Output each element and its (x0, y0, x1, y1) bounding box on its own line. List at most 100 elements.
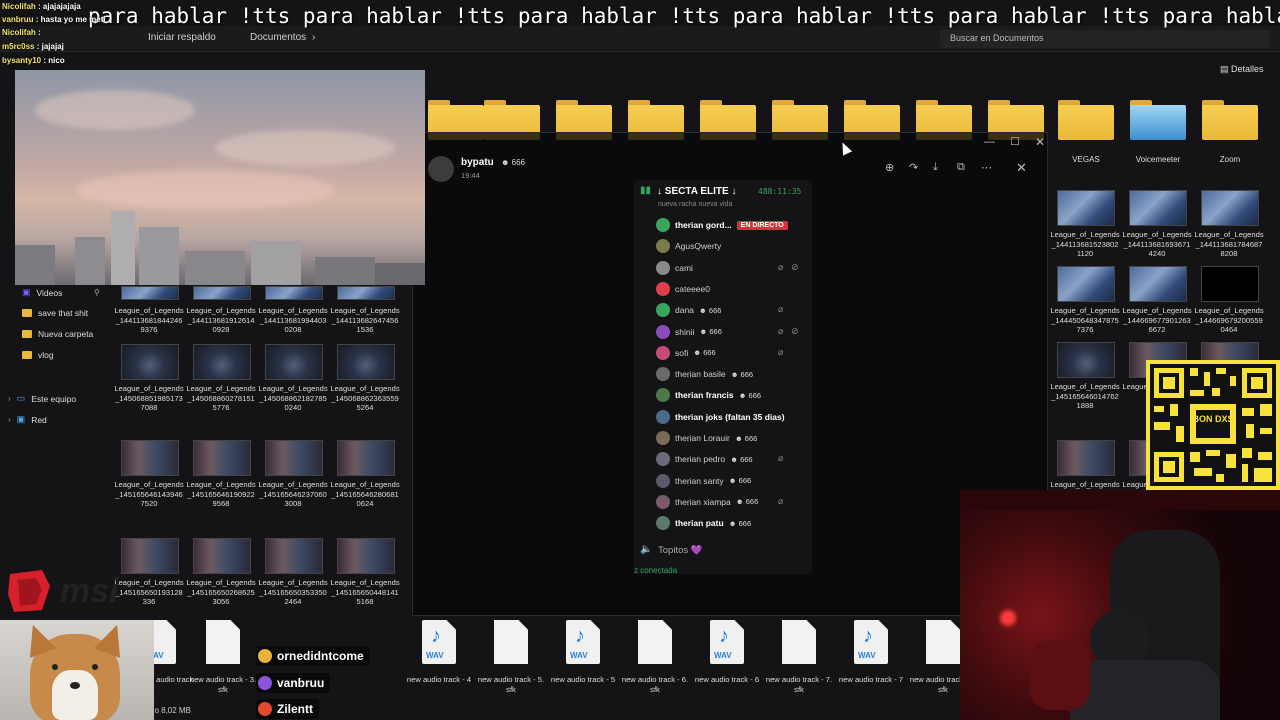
file-thumbnail[interactable] (121, 286, 179, 300)
post-time: 19:44 (461, 171, 480, 180)
voice-member[interactable]: cateeee0 (656, 280, 710, 298)
file-thumbnail[interactable] (193, 286, 251, 300)
file-name: League_of_Legends_1441136817846878208 (1194, 230, 1264, 258)
file-thumbnail[interactable] (121, 344, 179, 380)
member-name: cateeee0 (675, 283, 710, 294)
file-thumbnail[interactable] (1201, 190, 1259, 226)
file-thumbnail[interactable] (265, 286, 323, 300)
voice-member[interactable]: therian francis ☻ 666 (656, 386, 761, 404)
wav-file-icon[interactable]: ♪ WAV (710, 620, 744, 664)
voice-member[interactable]: therian xiampa ☻ 666 (656, 493, 758, 511)
close-viewer-icon[interactable]: ✕ (1016, 160, 1027, 176)
file-name: League_of_Legends_1451656461909229568 (186, 480, 256, 508)
window-close-icon[interactable]: ✕ (1035, 135, 1045, 149)
mic-muted-icon: ⌀ (778, 495, 784, 506)
file-thumbnail[interactable] (337, 286, 395, 300)
wav-file-icon[interactable]: ♪ WAV (854, 620, 888, 664)
file-thumbnail[interactable] (121, 440, 179, 476)
details-button[interactable]: ▤ Detalles (1220, 64, 1264, 75)
sidebar-item[interactable]: vlog (22, 350, 54, 360)
folder-label: VEGAS (1072, 155, 1100, 164)
folder-body (1202, 105, 1258, 140)
search-input[interactable]: Buscar en Documentos (940, 30, 1270, 48)
chat-message: Nicolifah : (2, 28, 41, 37)
folder-icon[interactable] (1058, 100, 1114, 140)
voice-member[interactable]: sofi ☻ 666 (656, 344, 716, 362)
file-name: new audio track - 6.sfk (621, 675, 689, 694)
file-name: League_of_Legends_1451656502686253056 (186, 578, 256, 606)
file-thumbnail[interactable] (1057, 342, 1115, 378)
sfk-file-icon[interactable] (926, 620, 960, 664)
file-thumbnail[interactable] (1129, 266, 1187, 302)
voice-member[interactable]: therian gord... EN DIRECTO (656, 216, 788, 234)
download-icon[interactable]: ⤓ (933, 161, 938, 174)
voice-member[interactable]: cami (656, 259, 693, 277)
wav-file-icon[interactable]: ♪ WAV (566, 620, 600, 664)
member-badge: ☻ 666 (699, 327, 722, 336)
sidebar-item[interactable]: ▣ Videos (22, 287, 62, 298)
file-name: League_of_Legends_1451656504481415168 (330, 578, 400, 606)
avatar (656, 281, 670, 296)
channel-name[interactable]: ↓ SECTA ELITE ↓ (657, 186, 736, 197)
sfk-file-icon[interactable] (782, 620, 816, 664)
voice-member[interactable]: therian basile ☻ 666 (656, 365, 753, 383)
file-thumbnail[interactable] (265, 344, 323, 380)
sidebar-item[interactable]: save that shit (22, 308, 88, 318)
chat-username: bysanty10 (2, 56, 42, 65)
member-name: therian gord... (675, 220, 732, 230)
chat-username: Nicolifah (2, 2, 36, 11)
file-thumbnail[interactable] (337, 538, 395, 574)
breadcrumb-chevron-icon[interactable]: › (312, 32, 315, 43)
sfk-file-icon[interactable] (494, 620, 528, 664)
expand-chevron-icon[interactable]: › (8, 394, 11, 403)
voice-member[interactable]: therian patu ☻ 666 (656, 514, 751, 532)
sidebar-item-label: Red (31, 414, 47, 425)
open-external-icon[interactable]: ⧉ (957, 161, 965, 174)
zoom-icon[interactable]: ⊕ (885, 161, 894, 174)
forward-icon[interactable]: ↷ (909, 161, 918, 174)
folder-icon[interactable] (1202, 100, 1258, 140)
file-thumbnail[interactable] (1201, 266, 1259, 302)
file-thumbnail[interactable] (1057, 266, 1115, 302)
minimize-icon[interactable]: — (984, 136, 995, 148)
voice-member[interactable]: shinii ☻ 666 (656, 323, 722, 341)
sidebar-item[interactable]: Nueva carpeta (22, 329, 93, 339)
file-thumbnail[interactable] (337, 440, 395, 476)
member-name: therian basile (675, 369, 726, 380)
voice-active-icon: ▮▮ (640, 185, 652, 196)
file-thumbnail[interactable] (265, 440, 323, 476)
file-thumbnail[interactable] (1057, 440, 1115, 476)
member-name: sofi (675, 347, 689, 358)
sidebar-item[interactable]: › ▣ Red (8, 414, 47, 425)
breadcrumb-backup[interactable]: Iniciar respaldo (148, 32, 216, 43)
sidebar-item-label: Este equipo (31, 393, 77, 404)
sfk-file-icon[interactable] (206, 620, 240, 664)
file-thumbnail[interactable] (193, 538, 251, 574)
next-channel[interactable]: Topitos 💜 (658, 545, 703, 556)
wav-file-icon[interactable]: ♪ WAV (422, 620, 456, 664)
expand-chevron-icon[interactable]: › (8, 415, 11, 424)
maximize-icon[interactable]: ☐ (1010, 135, 1020, 148)
voice-member[interactable]: therian pedro ☻ 666 (656, 450, 753, 468)
voice-member[interactable]: therian joks (faltan 35 dias) (656, 408, 785, 426)
more-options-icon[interactable]: ⋯ (981, 161, 992, 174)
file-thumbnail[interactable] (193, 440, 251, 476)
voice-member[interactable]: dana ☻ 666 (656, 301, 721, 319)
sfk-file-icon[interactable] (638, 620, 672, 664)
poster-name[interactable]: bypatu (461, 157, 494, 168)
file-thumbnail[interactable] (265, 538, 323, 574)
voice-member[interactable]: therian santy ☻ 666 (656, 472, 751, 490)
file-thumbnail[interactable] (193, 344, 251, 380)
voice-member[interactable]: AgusQwerty (656, 237, 721, 255)
notification-user: vanbruu (277, 676, 325, 690)
file-thumbnail[interactable] (1129, 190, 1187, 226)
file-thumbnail[interactable] (1057, 190, 1115, 226)
folder-icon[interactable] (1130, 100, 1186, 140)
breadcrumb-documents[interactable]: Documentos (250, 32, 306, 43)
member-name: dana (675, 305, 694, 316)
file-thumbnail[interactable] (337, 344, 395, 380)
sidebar-item[interactable]: › ▭ Este equipo (8, 393, 76, 404)
poster-avatar[interactable] (428, 156, 454, 182)
chat-text: : (35, 28, 41, 37)
voice-member[interactable]: therian Lorauir ☻ 666 (656, 429, 757, 447)
